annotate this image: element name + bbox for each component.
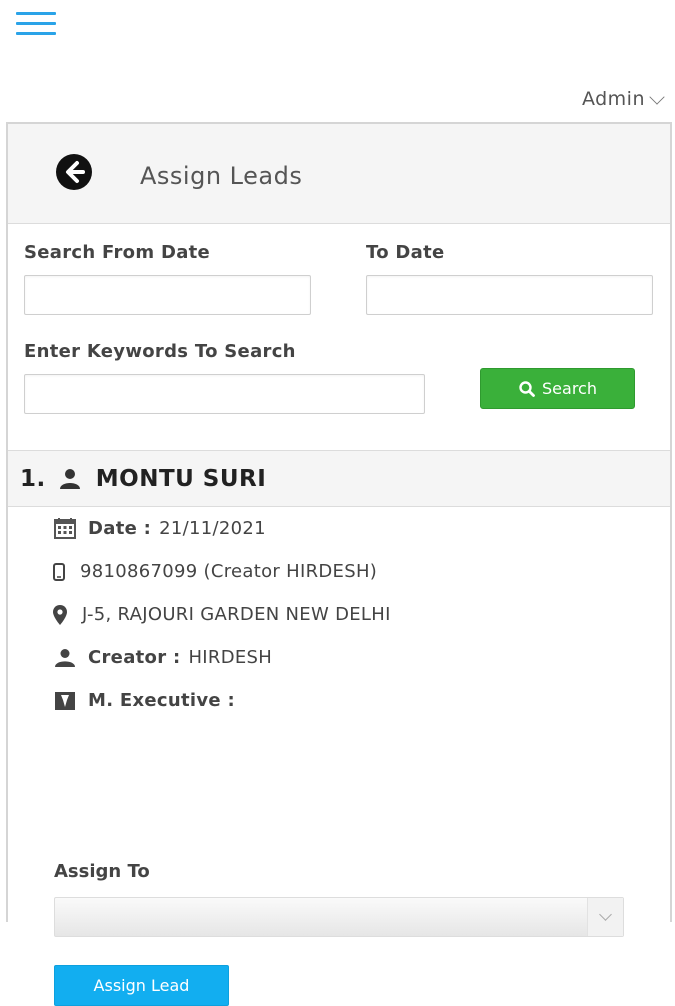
date-value: 21/11/2021 <box>159 517 266 539</box>
hamburger-line <box>16 12 56 15</box>
lead-date-row: Date : 21/11/2021 <box>52 517 266 539</box>
lead-address-row: J-5, RAJOURI GARDEN NEW DELHI <box>52 604 391 625</box>
chevron-down-icon <box>649 89 665 105</box>
keywords-input[interactable] <box>24 374 425 414</box>
admin-label: Admin <box>581 88 645 110</box>
creator-label: Creator : <box>88 647 181 668</box>
keywords-label: Enter Keywords To Search <box>24 341 296 362</box>
assign-to-select[interactable] <box>54 897 624 937</box>
hamburger-line <box>16 32 56 35</box>
date-label: Date : <box>88 517 152 539</box>
panel-header: Assign Leads <box>8 124 670 224</box>
menu-hamburger-icon[interactable] <box>16 12 56 38</box>
map-marker-icon <box>52 604 68 625</box>
executive-label: M. Executive : <box>88 690 235 711</box>
search-icon <box>519 380 535 397</box>
lead-executive-row: M. Executive : <box>52 690 243 711</box>
mobile-icon <box>52 562 66 581</box>
chevron-down-icon[interactable] <box>587 898 623 936</box>
page-title: Assign Leads <box>140 162 303 190</box>
lead-header: 1. MONTU SURI <box>8 451 670 507</box>
back-arrow-icon[interactable] <box>50 152 98 192</box>
user-icon <box>59 468 80 489</box>
hamburger-line <box>16 22 56 25</box>
creator-value: HIRDESH <box>188 647 273 668</box>
lead-phone-row: 9810867099 (Creator HIRDESH) <box>52 561 377 582</box>
from-date-input[interactable] <box>24 275 311 315</box>
search-button[interactable]: Search <box>480 368 635 409</box>
address-text: J-5, RAJOURI GARDEN NEW DELHI <box>82 604 391 625</box>
assign-to-label: Assign To <box>54 861 150 882</box>
user-icon <box>52 648 78 668</box>
lead-name: MONTU SURI <box>95 465 267 492</box>
search-button-label: Search <box>542 379 597 398</box>
lead-creator-row: Creator : HIRDESH <box>52 647 272 668</box>
assign-leads-panel: Assign Leads Search From Date To Date En… <box>6 122 672 1006</box>
id-badge-icon <box>52 691 78 711</box>
assign-lead-button[interactable]: Assign Lead <box>54 965 229 1006</box>
to-date-input[interactable] <box>366 275 653 315</box>
phone-text: 9810867099 (Creator HIRDESH) <box>80 561 378 582</box>
from-date-label: Search From Date <box>24 242 211 263</box>
lead-card: 1. MONTU SURI Date : 21/11/2021 98108670… <box>8 450 670 1006</box>
calendar-icon <box>52 517 78 539</box>
lead-number: 1. <box>20 465 46 492</box>
admin-user-menu[interactable]: Admin <box>581 88 665 110</box>
to-date-label: To Date <box>366 242 445 263</box>
